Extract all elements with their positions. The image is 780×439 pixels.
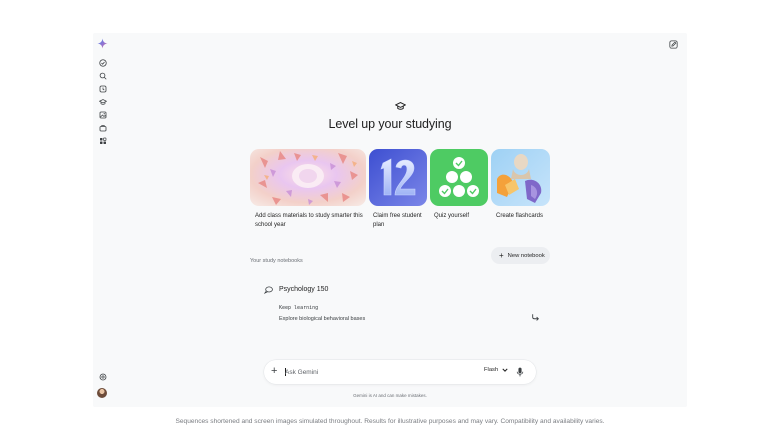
- graduation-cap-icon: [395, 102, 406, 110]
- checkmark-circles-graphic: [430, 149, 488, 206]
- new-notebook-button[interactable]: + New notebook: [491, 247, 550, 264]
- notebooks-section-label: Your study notebooks: [250, 258, 303, 264]
- check-circle-icon[interactable]: [98, 58, 108, 68]
- graduation-cap-icon[interactable]: [98, 97, 108, 107]
- card-caption: Create flashcards: [496, 213, 544, 219]
- abstract-3d-art-image: [250, 149, 366, 206]
- edit-icon[interactable]: [669, 40, 678, 49]
- search-icon[interactable]: [98, 71, 108, 81]
- arrow-forward-icon[interactable]: [531, 312, 540, 321]
- video-footer-disclaimer: Sequences shortened and screen images si…: [175, 418, 605, 425]
- history-icon[interactable]: [98, 84, 108, 94]
- side-rail: [93, 33, 113, 407]
- notebook-subtitle: Explore biological behavioral bases: [279, 316, 366, 322]
- microphone-icon[interactable]: [516, 367, 524, 377]
- card-create-flashcards[interactable]: [491, 149, 550, 206]
- card-caption: Claim free student plan: [373, 213, 422, 228]
- card-caption: Quiz yourself: [434, 213, 470, 219]
- notebook-title: Psychology 150: [279, 286, 329, 293]
- chevron-down-icon: [502, 368, 508, 372]
- add-attachment-icon[interactable]: +: [271, 366, 277, 377]
- notebook-card[interactable]: Psychology 150 Keep learning Explore bio…: [250, 275, 550, 332]
- number-12-graphic: [369, 149, 427, 206]
- gemini-app-window: Level up your studying Add class materia…: [93, 33, 687, 407]
- settings-icon[interactable]: [98, 372, 108, 382]
- card-quiz-yourself[interactable]: [430, 149, 488, 206]
- grid-icon[interactable]: [98, 136, 108, 146]
- model-selector[interactable]: Flash: [484, 367, 508, 373]
- notebook-note: Keep learning: [279, 305, 319, 311]
- model-label: Flash: [484, 367, 499, 373]
- prompt-bar: + Flash: [264, 360, 536, 384]
- card-add-class-materials[interactable]: [250, 149, 366, 206]
- page-title: Level up your studying: [328, 117, 452, 131]
- prompt-input[interactable]: [285, 366, 435, 378]
- statue-collage-image: [491, 149, 550, 206]
- gemini-sparkle-icon[interactable]: [97, 38, 108, 49]
- new-notebook-label: New notebook: [507, 252, 545, 259]
- card-student-plan[interactable]: [369, 149, 427, 206]
- notebook-icon: [264, 286, 273, 294]
- plus-icon: +: [499, 250, 504, 260]
- card-caption: Add class materials to study smarter thi…: [255, 213, 363, 228]
- ai-disclaimer: Gemini is AI and can make mistakes.: [353, 393, 427, 398]
